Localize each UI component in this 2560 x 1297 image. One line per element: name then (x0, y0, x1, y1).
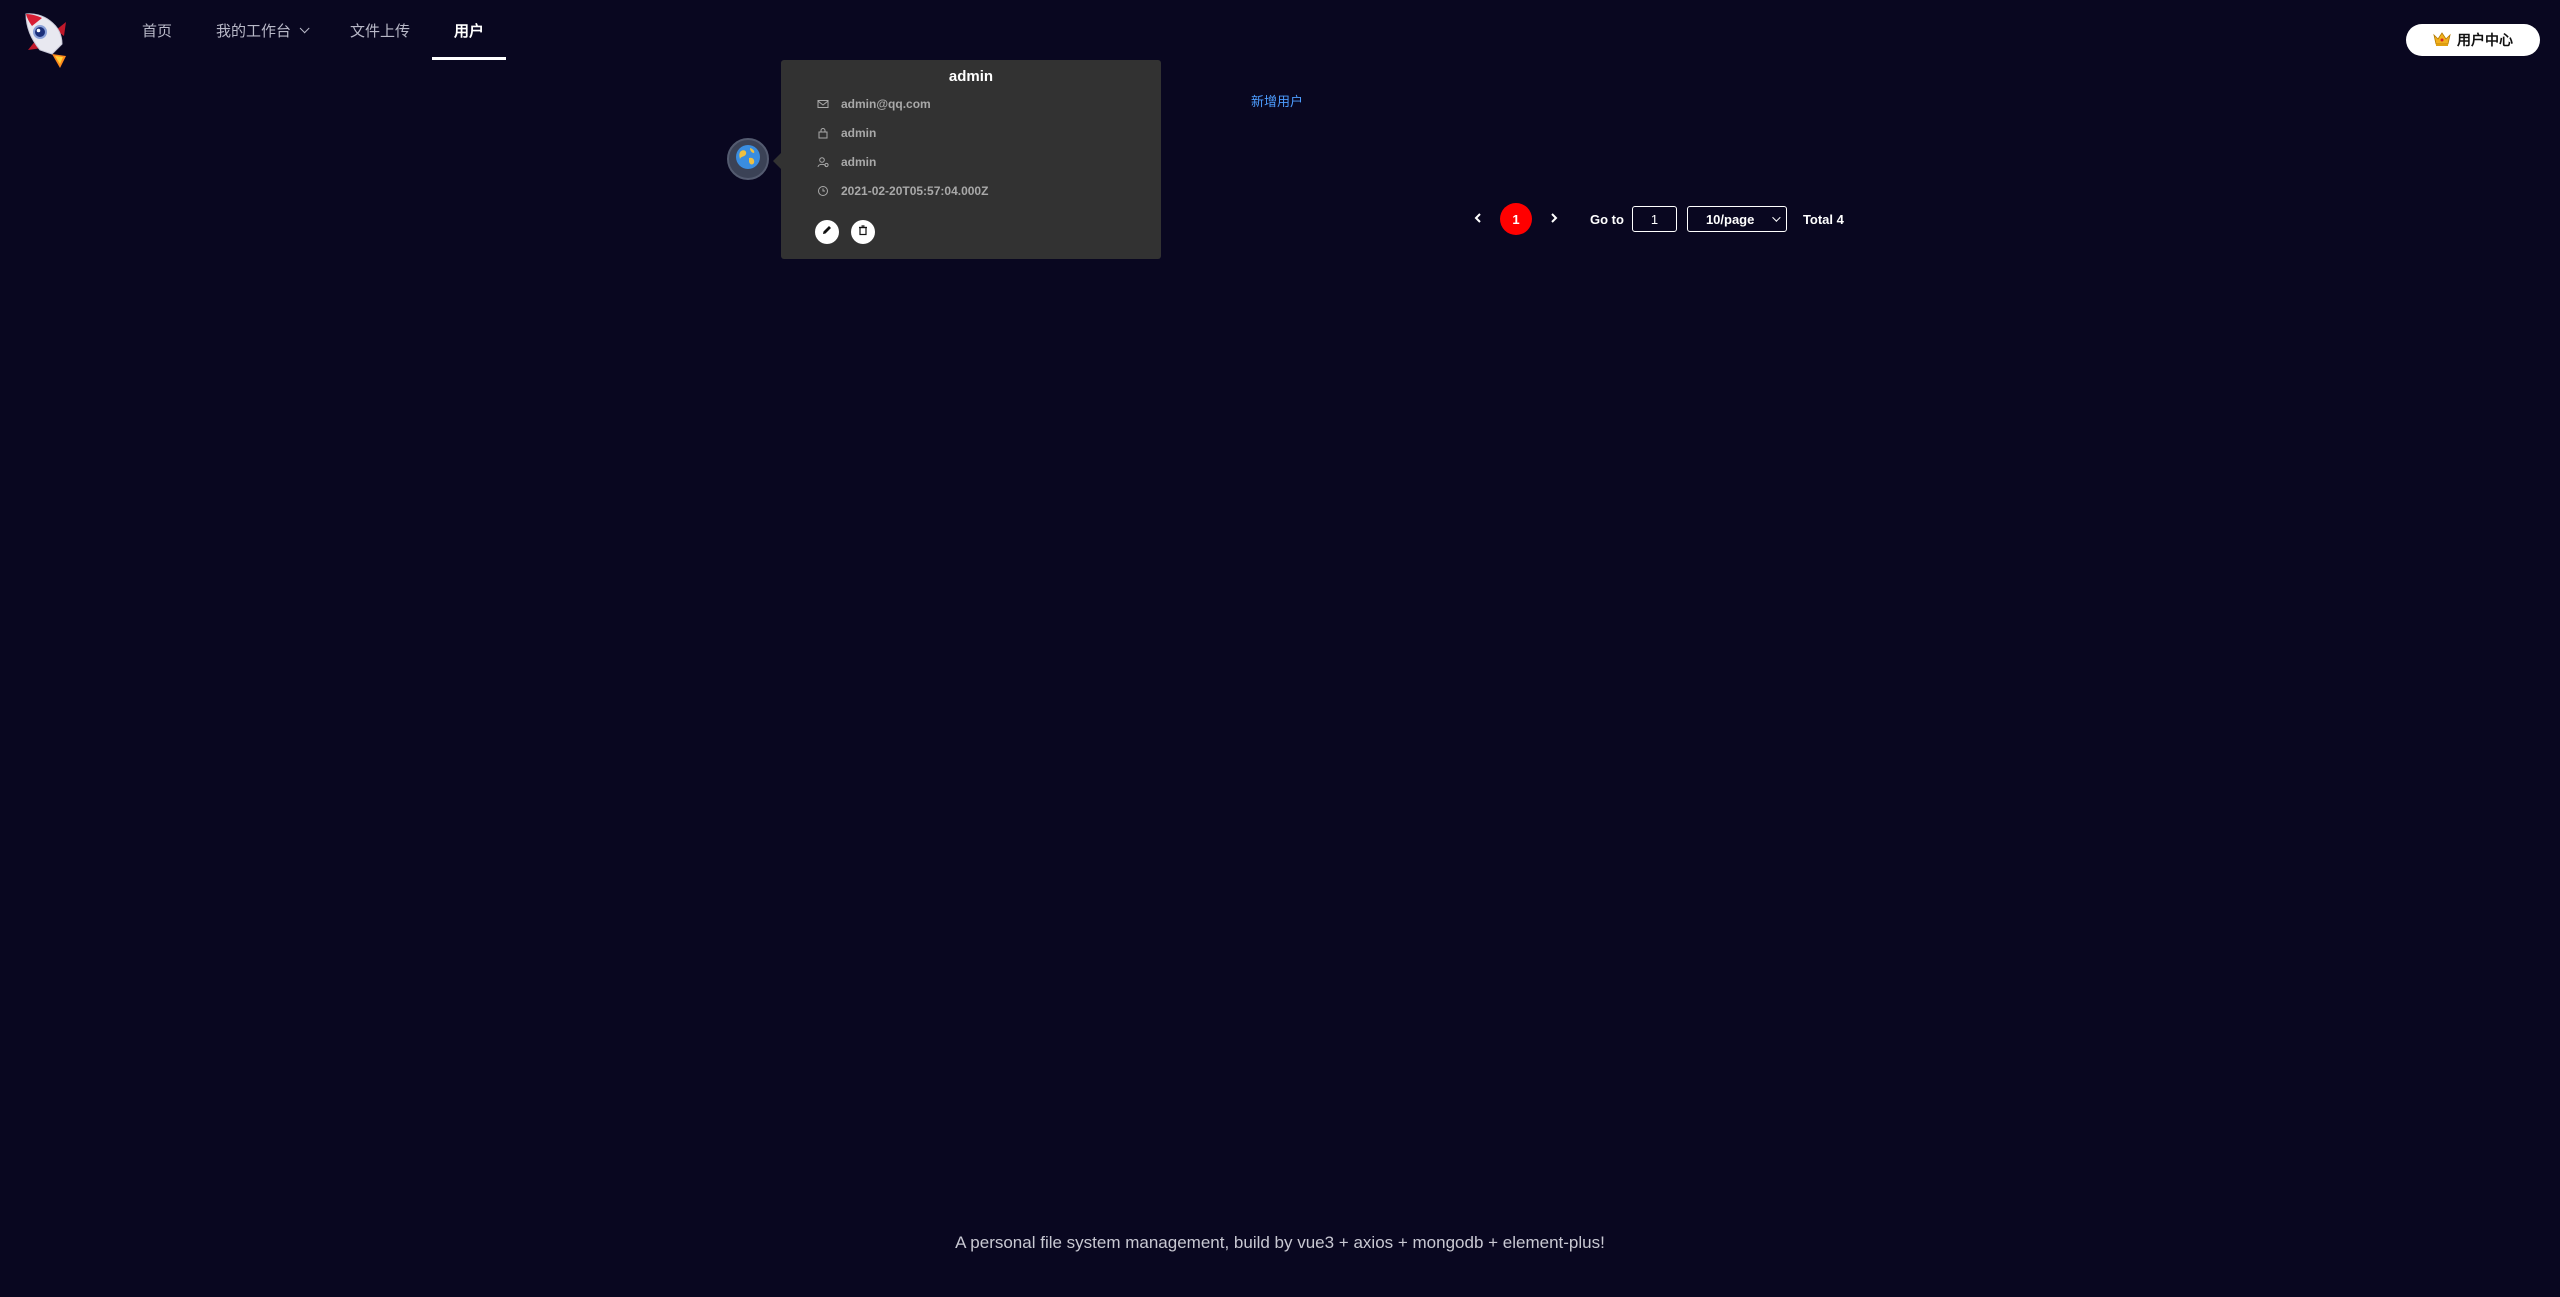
user-role-row: admin (817, 153, 876, 171)
nav-home-label: 首页 (142, 22, 173, 40)
edit-icon (821, 223, 833, 241)
user-center-label: 用户中心 (2457, 32, 2513, 48)
nav-workspace-label: 我的工作台 (216, 22, 292, 40)
nav-file-upload[interactable]: 文件上传 (328, 0, 432, 60)
card-actions (815, 220, 875, 244)
user-created-time: 2021-02-20T05:57:04.000Z (841, 184, 989, 198)
nav-home[interactable]: 首页 (120, 0, 194, 60)
prev-page-button[interactable] (1466, 207, 1490, 231)
main-nav: 首页 我的工作台 文件上传 用户 (120, 0, 507, 60)
delete-icon (857, 223, 869, 241)
user-password: admin (841, 126, 877, 140)
goto-page-input[interactable] (1631, 206, 1677, 232)
page-size-value: 10/page (1705, 211, 1755, 227)
avatar[interactable] (727, 138, 769, 180)
user-email: admin@qq.com (841, 97, 931, 111)
mail-icon (817, 98, 829, 110)
rocket-logo-icon[interactable] (22, 10, 82, 72)
user-created-row: 2021-02-20T05:57:04.000Z (817, 182, 988, 200)
globe-avatar-icon (735, 144, 761, 175)
delete-user-button[interactable] (851, 220, 875, 244)
top-header: 首页 我的工作台 文件上传 用户 用户中心 (0, 0, 2560, 76)
crown-icon (2433, 31, 2451, 50)
user-email-row: admin@qq.com (817, 95, 931, 113)
nav-users[interactable]: 用户 (432, 0, 507, 60)
user-info-popover: admin admin@qq.com admin admin 2021-02-2… (781, 60, 1161, 259)
user-role: admin (841, 155, 877, 169)
goto-label: Go to (1590, 211, 1624, 227)
nav-workspace[interactable]: 我的工作台 (194, 0, 328, 60)
edit-user-button[interactable] (815, 220, 839, 244)
lock-icon (817, 127, 829, 139)
page-size-select[interactable]: 10/page (1686, 206, 1787, 232)
pagination: 1 Go to 10/page Total 4 (1466, 203, 1844, 235)
add-user-button[interactable]: 新增用户 (1251, 91, 1303, 110)
page-number-current[interactable]: 1 (1500, 203, 1532, 235)
nav-file-upload-label: 文件上传 (350, 22, 411, 40)
user-center-button[interactable]: 用户中心 (2406, 24, 2540, 56)
chevron-right-icon (1549, 212, 1559, 227)
nav-users-label: 用户 (454, 22, 485, 40)
chevron-left-icon (1473, 212, 1483, 227)
user-name-title: admin (948, 68, 994, 85)
user-settings-icon (817, 156, 829, 168)
user-password-row: admin (817, 124, 876, 142)
chevron-down-icon (299, 22, 310, 33)
next-page-button[interactable] (1542, 207, 1566, 231)
footer-text: A personal file system management, build… (955, 1233, 1605, 1252)
chevron-down-icon (1772, 213, 1781, 222)
total-count: Total 4 (1802, 211, 1844, 227)
clock-icon (817, 185, 829, 197)
popover-arrow (773, 153, 781, 169)
